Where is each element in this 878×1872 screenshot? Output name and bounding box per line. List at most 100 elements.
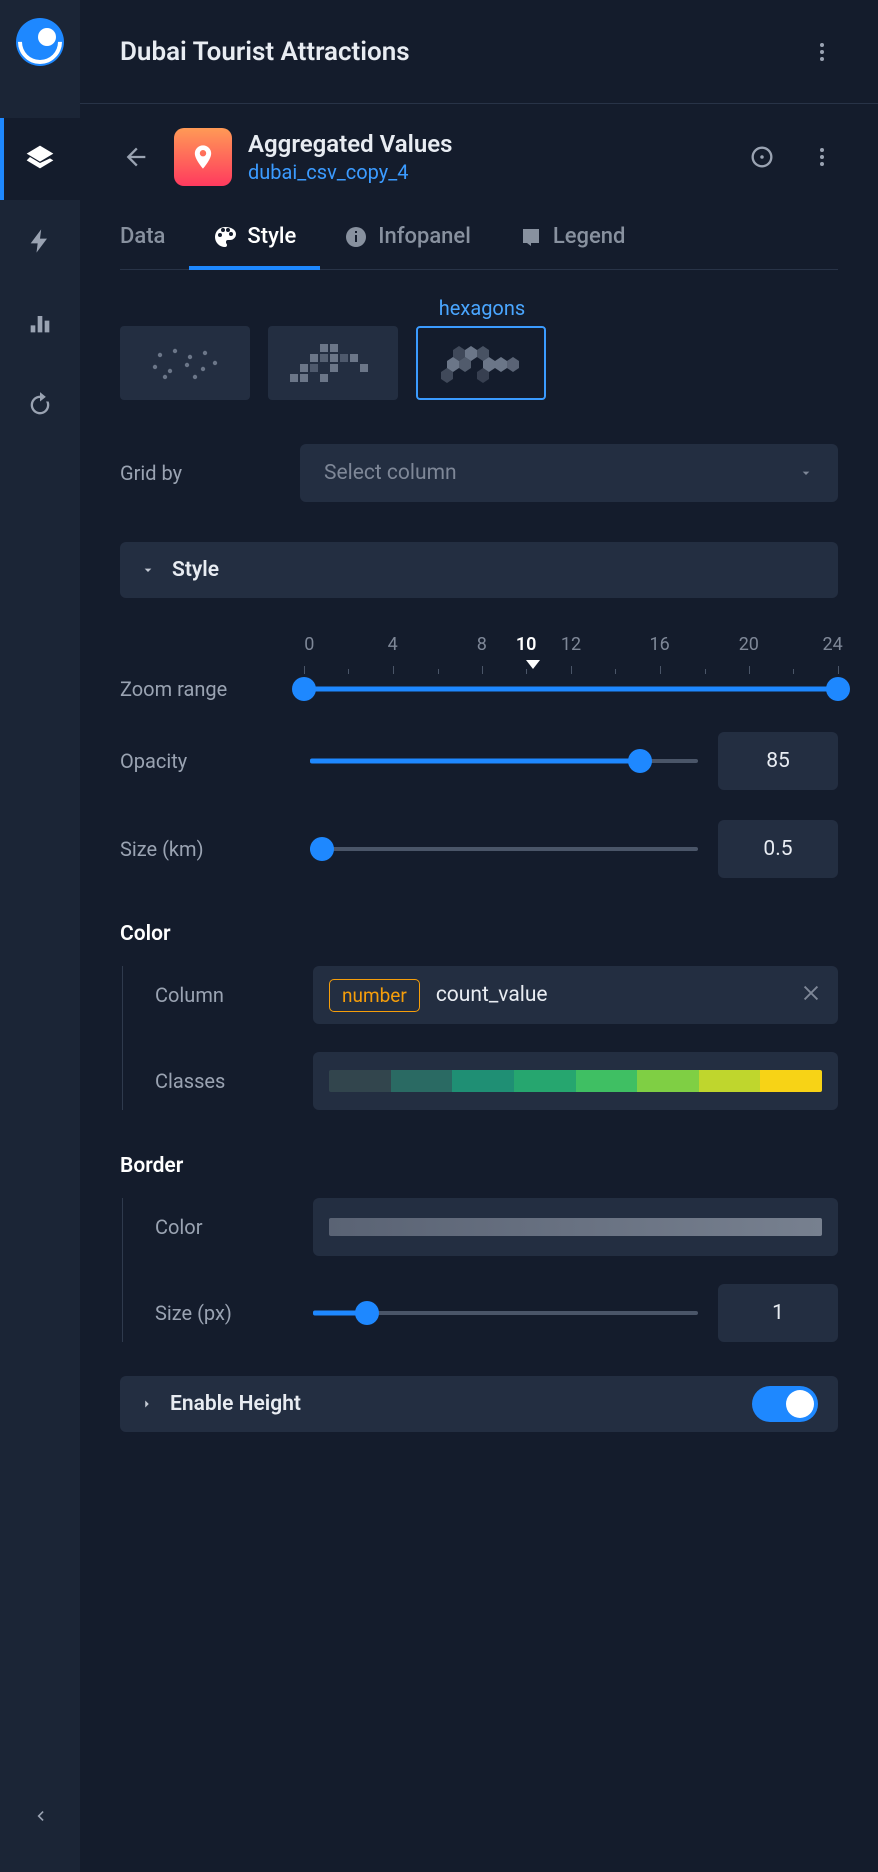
layer-actions xyxy=(742,137,842,177)
color-classes-label: Classes xyxy=(155,1069,293,1093)
tab-style[interactable]: Style xyxy=(189,224,320,269)
opacity-row: Opacity 85 xyxy=(120,732,838,790)
border-size-row: Size (px) 1 xyxy=(155,1284,838,1342)
style-section-label: Style xyxy=(172,558,219,582)
size-km-row: Size (km) 0.5 xyxy=(120,820,838,878)
viz-squares[interactable] xyxy=(268,326,398,400)
color-ramp-select[interactable] xyxy=(313,1052,838,1110)
border-size-slider[interactable] xyxy=(313,1301,698,1325)
nav-layers[interactable] xyxy=(0,118,80,200)
zoom-thumb-min[interactable] xyxy=(292,677,316,701)
chevron-left-icon xyxy=(30,1806,50,1826)
zoom-tick: 12 xyxy=(561,634,581,655)
color-ramp xyxy=(329,1070,822,1092)
page-header: Dubai Tourist Attractions xyxy=(80,0,878,104)
layer-header: Aggregated Values dubai_csv_copy_4 xyxy=(80,104,878,206)
points-icon xyxy=(145,343,225,383)
info-icon xyxy=(344,225,368,249)
hexagons-icon xyxy=(435,340,527,386)
size-km-thumb[interactable] xyxy=(310,837,334,861)
layer-title: Aggregated Values xyxy=(248,130,726,158)
nav-actions[interactable] xyxy=(0,200,80,282)
size-km-slider[interactable] xyxy=(310,837,698,861)
color-column-row: Column number count_value xyxy=(155,966,838,1024)
enable-height-toggle[interactable] xyxy=(752,1386,818,1422)
crosshair-icon xyxy=(748,143,776,171)
bar-chart-icon xyxy=(26,309,54,337)
tab-data[interactable]: Data xyxy=(120,224,189,269)
legend-icon xyxy=(519,225,543,249)
clear-column-button[interactable] xyxy=(800,982,822,1008)
layer-titles: Aggregated Values dubai_csv_copy_4 xyxy=(248,130,726,184)
opacity-value[interactable]: 85 xyxy=(718,732,838,790)
nav-refresh[interactable] xyxy=(0,364,80,446)
refresh-icon xyxy=(26,391,54,419)
grid-by-label: Grid by xyxy=(120,461,280,485)
zoom-tick: 0 xyxy=(304,634,314,655)
zoom-tick-current: 10 xyxy=(516,634,537,655)
app-logo[interactable] xyxy=(16,18,64,66)
tab-style-label: Style xyxy=(247,224,296,249)
layer-menu-button[interactable] xyxy=(802,137,842,177)
color-group: Column number count_value Classes xyxy=(122,966,838,1110)
color-classes-row: Classes xyxy=(155,1052,838,1110)
arrow-left-icon xyxy=(122,143,150,171)
chevron-down-icon xyxy=(798,465,814,481)
border-size-value[interactable]: 1 xyxy=(718,1284,838,1342)
app-sidebar xyxy=(0,0,80,1872)
grid-by-row: Grid by Select column xyxy=(120,444,838,502)
style-section-header[interactable]: Style xyxy=(120,542,838,598)
enable-height-label: Enable Height xyxy=(170,1392,301,1416)
page-title: Dubai Tourist Attractions xyxy=(120,37,410,67)
kebab-icon xyxy=(810,40,834,64)
border-group: Color Size (px) 1 xyxy=(122,1198,838,1342)
kebab-icon xyxy=(810,145,834,169)
enable-height-section[interactable]: Enable Height xyxy=(120,1376,838,1432)
viz-points[interactable] xyxy=(120,326,250,400)
opacity-thumb[interactable] xyxy=(628,749,652,773)
sidebar-collapse[interactable] xyxy=(0,1796,80,1836)
viz-hexagons[interactable] xyxy=(416,326,546,400)
zoom-range-control: 0 4 8 10 12 16 20 24 Zoom range xyxy=(120,634,838,702)
layer-type-icon xyxy=(174,128,232,186)
column-name: count_value xyxy=(436,983,784,1007)
viz-type-picker xyxy=(120,326,838,400)
zoom-tick: 16 xyxy=(650,634,670,655)
zoom-range-label: Zoom range xyxy=(120,677,300,701)
color-section-title: Color xyxy=(120,922,838,946)
border-color-row: Color xyxy=(155,1198,838,1256)
border-color-select[interactable] xyxy=(313,1198,838,1256)
tab-infopanel-label: Infopanel xyxy=(378,224,471,249)
zoom-range-slider[interactable] xyxy=(304,676,838,702)
center-layer-button[interactable] xyxy=(742,137,782,177)
pin-icon xyxy=(189,143,217,171)
border-section-title: Border xyxy=(120,1154,838,1178)
layer-tabs: Data Style Infopanel Legend xyxy=(120,206,838,270)
grid-by-select[interactable]: Select column xyxy=(300,444,838,502)
nav-charts[interactable] xyxy=(0,282,80,364)
size-km-label: Size (km) xyxy=(120,837,290,861)
tab-infopanel[interactable]: Infopanel xyxy=(320,224,495,269)
size-km-value[interactable]: 0.5 xyxy=(718,820,838,878)
color-column-select[interactable]: number count_value xyxy=(313,966,838,1024)
column-type-chip: number xyxy=(329,979,420,1012)
bolt-icon xyxy=(26,227,54,255)
chevron-down-icon xyxy=(140,562,156,578)
opacity-slider[interactable] xyxy=(310,749,698,773)
back-button[interactable] xyxy=(114,135,158,179)
viz-selected-label: hexagons xyxy=(417,296,547,320)
border-color-label: Color xyxy=(155,1215,293,1239)
border-color-ramp xyxy=(329,1218,822,1236)
layer-source-link[interactable]: dubai_csv_copy_4 xyxy=(248,160,726,184)
tab-legend[interactable]: Legend xyxy=(495,224,650,269)
toggle-knob xyxy=(786,1390,814,1418)
main-panel: Dubai Tourist Attractions Aggregated Val… xyxy=(80,0,878,1872)
zoom-tick: 24 xyxy=(823,634,843,655)
page-menu-button[interactable] xyxy=(802,32,842,72)
style-content: hexagons xyxy=(80,270,878,1872)
grid-by-placeholder: Select column xyxy=(324,461,457,485)
close-icon xyxy=(800,982,822,1004)
zoom-tick-labels: 0 4 8 10 12 16 20 24 xyxy=(304,634,838,658)
border-size-thumb[interactable] xyxy=(355,1301,379,1325)
zoom-thumb-max[interactable] xyxy=(826,677,850,701)
